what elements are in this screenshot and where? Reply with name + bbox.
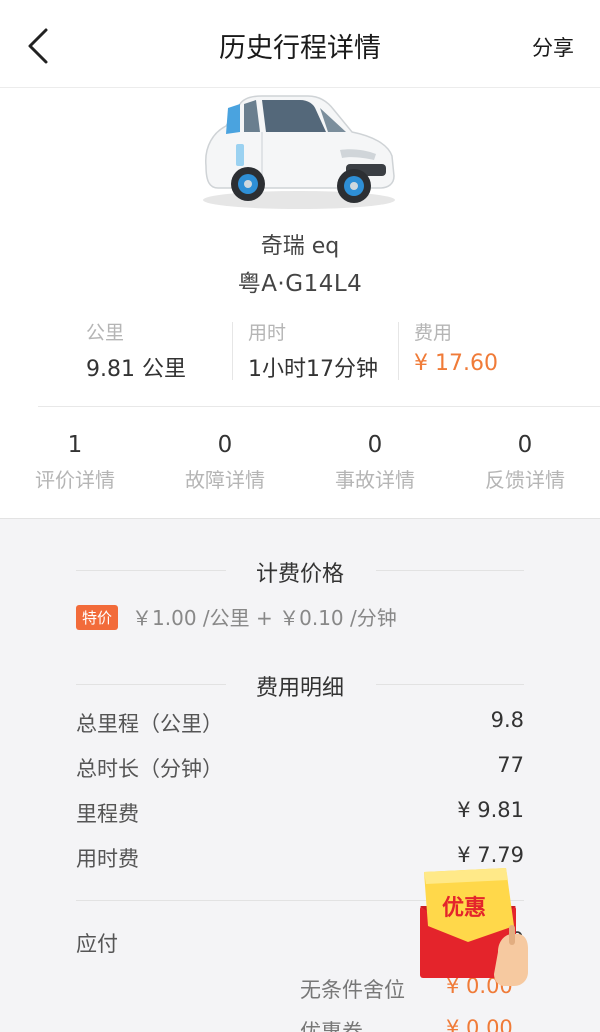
fee-label: 总时长（分钟） bbox=[76, 757, 223, 781]
stat-label: 用时 bbox=[248, 322, 287, 344]
count-number: 0 bbox=[217, 432, 233, 458]
fee-row-distance: 总里程（公里） 9.8 bbox=[76, 708, 524, 738]
divider bbox=[376, 684, 524, 685]
detail-title: 费用明细 bbox=[255, 676, 344, 701]
stat-value: ¥ 17.60 bbox=[414, 351, 498, 376]
count-fault[interactable]: 0 故障详情 bbox=[150, 432, 300, 493]
fee-row-mileage-fee: 里程费 ¥ 9.81 bbox=[76, 798, 524, 828]
car-image bbox=[203, 95, 395, 209]
promo-label: 优惠 bbox=[442, 896, 487, 921]
stat-label: 公里 bbox=[86, 322, 125, 344]
car-plate: 粤A·G14L4 bbox=[237, 271, 363, 297]
pricing-text: ￥1.00 /公里 + ￥0.10 /分钟 bbox=[132, 606, 397, 630]
stat-label: 费用 bbox=[414, 322, 453, 344]
stat-distance: 公里 9.81 公里 bbox=[86, 318, 186, 388]
count-accident[interactable]: 0 事故详情 bbox=[300, 432, 450, 493]
divider bbox=[232, 322, 233, 380]
fee-value: 9.8 bbox=[490, 708, 524, 732]
count-label: 评价详情 bbox=[35, 468, 115, 492]
count-number: 0 bbox=[517, 432, 533, 458]
count-label: 事故详情 bbox=[335, 468, 415, 492]
fee-value: 77 bbox=[497, 753, 524, 777]
count-number: 1 bbox=[67, 432, 83, 458]
detail-counts: 1 评价详情 0 故障详情 0 事故详情 0 反馈详情 bbox=[0, 432, 600, 502]
fee-label: 里程费 bbox=[76, 802, 139, 826]
trip-stats: 公里 9.81 公里 用时 1小时17分钟 费用 ¥ 17.60 bbox=[68, 318, 588, 388]
fee-label: 总里程（公里） bbox=[76, 712, 223, 736]
count-number: 0 bbox=[367, 432, 383, 458]
nav-bar: 历史行程详情 分享 bbox=[0, 0, 600, 88]
page-title: 历史行程详情 bbox=[219, 33, 381, 64]
divider bbox=[398, 322, 399, 380]
count-label: 反馈详情 bbox=[485, 468, 565, 492]
coupon-label: 优惠券 bbox=[300, 1020, 363, 1032]
promo-red-envelope[interactable]: 优惠 bbox=[414, 868, 534, 988]
red-envelope-icon bbox=[420, 868, 528, 986]
count-rating[interactable]: 1 评价详情 bbox=[0, 432, 150, 493]
rounding-label: 无条件舍位 bbox=[300, 978, 405, 1002]
fee-value: ¥ 9.81 bbox=[457, 798, 524, 822]
stat-fee: 费用 ¥ 17.60 bbox=[414, 318, 498, 388]
stat-value: 9.81 公里 bbox=[86, 357, 186, 382]
stat-value: 1小时17分钟 bbox=[248, 357, 378, 382]
payable-label: 应付 bbox=[76, 932, 118, 956]
share-button[interactable]: 分享 bbox=[532, 32, 574, 62]
divider bbox=[38, 406, 600, 407]
pricing-rule: 特价 ￥1.00 /公里 + ￥0.10 /分钟 bbox=[76, 602, 397, 631]
fee-label: 用时费 bbox=[76, 847, 139, 871]
car-model: 奇瑞 eq bbox=[260, 234, 340, 259]
fee-row-duration: 总时长（分钟） 77 bbox=[76, 753, 524, 783]
stat-duration: 用时 1小时17分钟 bbox=[248, 318, 378, 388]
count-label: 故障详情 bbox=[185, 468, 265, 492]
fee-value: ¥ 7.79 bbox=[457, 843, 524, 867]
divider bbox=[376, 570, 524, 571]
pricing-title: 计费价格 bbox=[255, 562, 344, 587]
coupon-value: ¥ 0.00 bbox=[446, 1016, 513, 1032]
special-price-badge: 特价 bbox=[76, 605, 119, 630]
count-feedback[interactable]: 0 反馈详情 bbox=[450, 432, 600, 493]
